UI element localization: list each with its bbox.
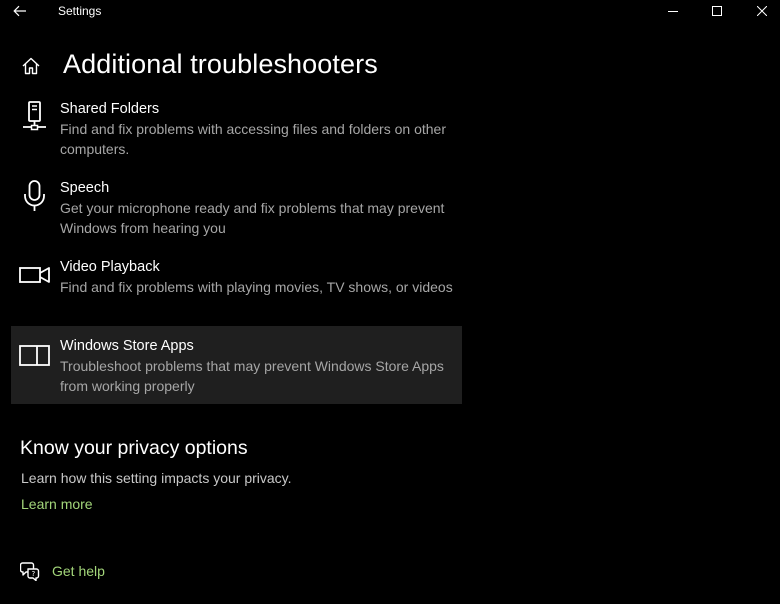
- privacy-heading: Know your privacy options: [20, 437, 248, 459]
- troubleshooter-windows-store-apps[interactable]: Windows Store Apps Troubleshoot problems…: [11, 326, 462, 404]
- troubleshooter-name: Windows Store Apps: [60, 338, 194, 354]
- home-icon: [22, 57, 40, 75]
- home-button[interactable]: [20, 55, 42, 77]
- page-title: Additional troubleshooters: [63, 49, 378, 79]
- troubleshooter-speech[interactable]: Speech Get your microphone ready and fix…: [11, 178, 462, 256]
- store-apps-icon: [19, 339, 51, 373]
- video-camera-icon: [19, 259, 51, 293]
- app-title: Settings: [58, 4, 102, 18]
- close-icon: [757, 6, 767, 16]
- troubleshooter-description: Find and fix problems with accessing fil…: [60, 121, 446, 157]
- network-computer-icon: [19, 101, 51, 135]
- close-button[interactable]: [742, 0, 780, 22]
- microphone-icon: [19, 180, 51, 214]
- privacy-text: Learn how this setting impacts your priv…: [21, 470, 292, 486]
- back-arrow-icon: [13, 5, 26, 17]
- troubleshooter-name: Video Playback: [60, 259, 160, 275]
- troubleshooter-description: Get your microphone ready and fix proble…: [60, 200, 445, 236]
- troubleshooter-shared-folders[interactable]: Shared Folders Find and fix problems wit…: [11, 99, 462, 177]
- troubleshooter-name: Speech: [60, 180, 110, 196]
- settings-window: Settings Additional troubleshooters Shar…: [0, 0, 780, 604]
- maximize-icon: [712, 6, 722, 16]
- minimize-icon: [668, 11, 678, 12]
- minimize-button[interactable]: [653, 0, 693, 22]
- troubleshooter-description: Troubleshoot problems that may prevent W…: [60, 358, 444, 394]
- maximize-button[interactable]: [697, 0, 737, 22]
- troubleshooter-description: Find and fix problems with playing movie…: [60, 279, 453, 295]
- troubleshooter-name: Shared Folders: [60, 101, 160, 117]
- chat-help-icon: ?: [20, 561, 40, 581]
- learn-more-link[interactable]: Learn more: [21, 496, 93, 512]
- back-button[interactable]: [10, 2, 30, 20]
- get-help-label: Get help: [52, 563, 105, 579]
- svg-text:?: ?: [31, 570, 35, 578]
- troubleshooter-video-playback[interactable]: Video Playback Find and fix problems wit…: [11, 257, 462, 335]
- title-bar: Settings: [0, 0, 780, 22]
